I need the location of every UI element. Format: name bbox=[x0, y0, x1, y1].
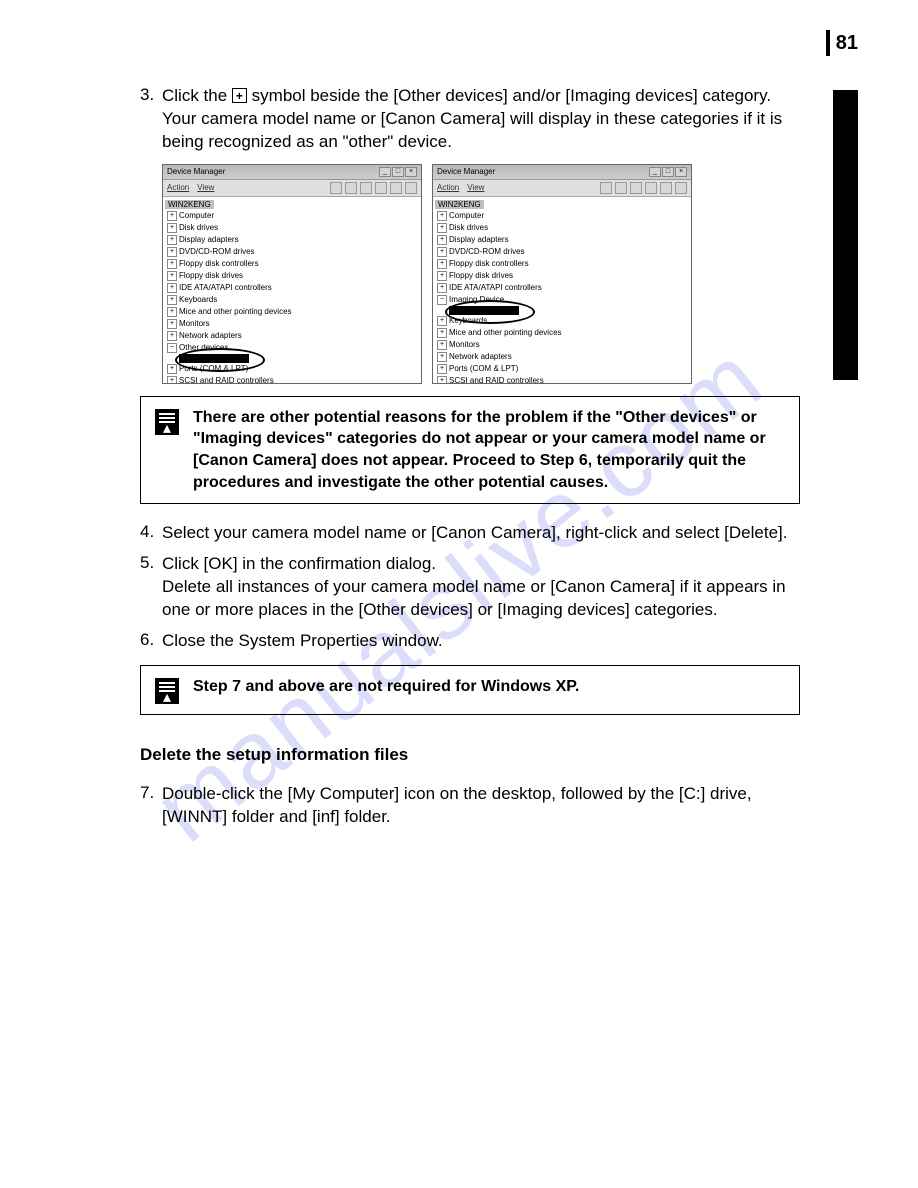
tree-node[interactable]: SCSI and RAID controllers bbox=[435, 375, 689, 383]
tree-node[interactable]: Network adapters bbox=[165, 330, 419, 342]
tree-node-imaging-device[interactable]: Imaging Device bbox=[435, 294, 689, 306]
step-6: 6. Close the System Properties window. bbox=[140, 630, 800, 653]
tree-node[interactable]: Computer bbox=[165, 210, 419, 222]
tree-node[interactable]: Mice and other pointing devices bbox=[435, 327, 689, 339]
step-text: Click [OK] in the confirmation dialog. D… bbox=[162, 553, 800, 622]
tree-node[interactable]: Disk drives bbox=[435, 222, 689, 234]
tree-node[interactable]: Computer bbox=[435, 210, 689, 222]
tree-node[interactable]: Display adapters bbox=[435, 234, 689, 246]
tree-node[interactable]: Display adapters bbox=[165, 234, 419, 246]
menu-view[interactable]: View bbox=[197, 183, 214, 192]
tree-node[interactable]: Ports (COM & LPT) bbox=[435, 363, 689, 375]
toolbar-icon[interactable] bbox=[375, 182, 387, 194]
side-tab bbox=[833, 90, 858, 380]
step-text: Click the + symbol beside the [Other dev… bbox=[162, 85, 800, 154]
toolbar-fwd-icon[interactable] bbox=[615, 182, 627, 194]
tree-node[interactable]: IDE ATA/ATAPI controllers bbox=[165, 282, 419, 294]
step-number: 5. bbox=[140, 553, 162, 622]
tree-node[interactable]: DVD/CD-ROM drives bbox=[435, 246, 689, 258]
tree-node[interactable]: Keyboards bbox=[435, 315, 689, 327]
menu-action[interactable]: Action bbox=[437, 183, 459, 192]
device-tree: WIN2KENG Computer Disk drives Display ad… bbox=[163, 197, 421, 383]
page-number: 81 bbox=[836, 32, 858, 55]
page-content: 3. Click the + symbol beside the [Other … bbox=[140, 85, 800, 837]
device-tree: WIN2KENG Computer Disk drives Display ad… bbox=[433, 197, 691, 383]
step3-text-b: symbol beside the [Other devices] and/or… bbox=[162, 86, 782, 151]
step-number: 6. bbox=[140, 630, 162, 653]
tree-node[interactable]: Monitors bbox=[165, 318, 419, 330]
window-toolbar: Action View bbox=[163, 180, 421, 197]
tree-node[interactable]: IDE ATA/ATAPI controllers bbox=[435, 282, 689, 294]
close-icon[interactable]: × bbox=[675, 167, 687, 177]
step-4: 4. Select your camera model name or [Can… bbox=[140, 522, 800, 545]
page-bar bbox=[826, 30, 830, 56]
maximize-icon[interactable]: □ bbox=[392, 167, 404, 177]
note-icon bbox=[155, 409, 179, 435]
step-number: 7. bbox=[140, 783, 162, 829]
page-number-block: 81 bbox=[826, 30, 858, 56]
minimize-icon[interactable]: _ bbox=[649, 167, 661, 177]
step-text: Double-click the [My Computer] icon on t… bbox=[162, 783, 800, 829]
redacted-device bbox=[179, 354, 249, 363]
tree-root[interactable]: WIN2KENG bbox=[165, 200, 214, 209]
tree-node[interactable]: Floppy disk drives bbox=[435, 270, 689, 282]
window-titlebar: Device Manager _ □ × bbox=[163, 165, 421, 180]
tree-subnode[interactable] bbox=[449, 306, 689, 315]
toolbar-icon[interactable] bbox=[660, 182, 672, 194]
toolbar-icon[interactable] bbox=[645, 182, 657, 194]
tree-node[interactable]: Floppy disk controllers bbox=[435, 258, 689, 270]
tree-root[interactable]: WIN2KENG bbox=[435, 200, 484, 209]
tree-node[interactable]: Disk drives bbox=[165, 222, 419, 234]
menu-action[interactable]: Action bbox=[167, 183, 189, 192]
step-number: 3. bbox=[140, 85, 162, 154]
step-number: 4. bbox=[140, 522, 162, 545]
window-titlebar: Device Manager _ □ × bbox=[433, 165, 691, 180]
note-icon bbox=[155, 678, 179, 704]
toolbar-back-icon[interactable] bbox=[330, 182, 342, 194]
device-manager-left: Device Manager _ □ × Action View bbox=[162, 164, 422, 384]
step-5: 5. Click [OK] in the confirmation dialog… bbox=[140, 553, 800, 622]
step-3: 3. Click the + symbol beside the [Other … bbox=[140, 85, 800, 154]
tree-node[interactable]: Ports (COM & LPT) bbox=[165, 363, 419, 375]
window-toolbar: Action View bbox=[433, 180, 691, 197]
tree-node[interactable]: SCSI and RAID controllers bbox=[165, 375, 419, 383]
tree-node[interactable]: Floppy disk controllers bbox=[165, 258, 419, 270]
window-title: Device Manager bbox=[437, 167, 495, 176]
device-manager-right: Device Manager _ □ × Action View bbox=[432, 164, 692, 384]
section-heading: Delete the setup information files bbox=[140, 745, 800, 765]
note-text: Step 7 and above are not required for Wi… bbox=[193, 676, 579, 698]
imaging-device-label: Imaging Device bbox=[449, 295, 504, 304]
step-7: 7. Double-click the [My Computer] icon o… bbox=[140, 783, 800, 829]
step-text: Close the System Properties window. bbox=[162, 630, 800, 653]
plus-icon: + bbox=[232, 88, 247, 103]
toolbar-icon[interactable] bbox=[405, 182, 417, 194]
other-devices-label: Other devices bbox=[179, 343, 228, 352]
note-text: There are other potential reasons for th… bbox=[193, 407, 785, 493]
tree-subnode[interactable] bbox=[179, 354, 419, 363]
tree-node[interactable]: Floppy disk drives bbox=[165, 270, 419, 282]
toolbar-icon[interactable] bbox=[675, 182, 687, 194]
maximize-icon[interactable]: □ bbox=[662, 167, 674, 177]
menu-view[interactable]: View bbox=[467, 183, 484, 192]
screenshots-row: Device Manager _ □ × Action View bbox=[162, 164, 800, 384]
tree-node[interactable]: Keyboards bbox=[165, 294, 419, 306]
toolbar-icon[interactable] bbox=[360, 182, 372, 194]
tree-node[interactable]: Monitors bbox=[435, 339, 689, 351]
toolbar-back-icon[interactable] bbox=[600, 182, 612, 194]
step-text: Select your camera model name or [Canon … bbox=[162, 522, 800, 545]
close-icon[interactable]: × bbox=[405, 167, 417, 177]
redacted-device bbox=[449, 306, 519, 315]
toolbar-icon[interactable] bbox=[390, 182, 402, 194]
step3-text-a: Click the bbox=[162, 86, 232, 105]
tree-node-other-devices[interactable]: Other devices bbox=[165, 342, 419, 354]
tree-node[interactable]: DVD/CD-ROM drives bbox=[165, 246, 419, 258]
toolbar-icon[interactable] bbox=[630, 182, 642, 194]
tree-node[interactable]: Network adapters bbox=[435, 351, 689, 363]
note-box: There are other potential reasons for th… bbox=[140, 396, 800, 504]
minimize-icon[interactable]: _ bbox=[379, 167, 391, 177]
note-box: Step 7 and above are not required for Wi… bbox=[140, 665, 800, 715]
window-title: Device Manager bbox=[167, 167, 225, 176]
toolbar-fwd-icon[interactable] bbox=[345, 182, 357, 194]
tree-node[interactable]: Mice and other pointing devices bbox=[165, 306, 419, 318]
